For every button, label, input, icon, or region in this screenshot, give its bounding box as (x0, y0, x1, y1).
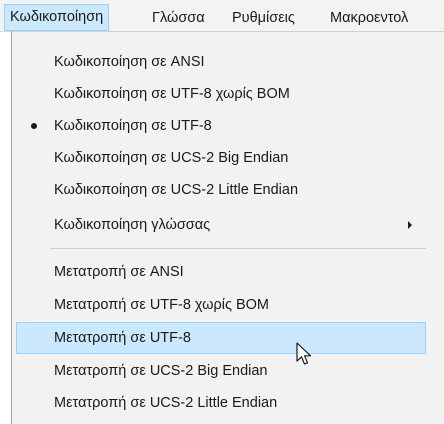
menu-item-label: Μετατροπή σε UCS-2 Little Endian (54, 395, 278, 411)
menu-item-encode-utf8[interactable]: Κωδικοποίηση σε UTF-8 (16, 110, 426, 142)
menu-item-label: Κωδικοποίηση σε ANSI (54, 54, 205, 70)
menu-item-language-encoding[interactable]: Κωδικοποίηση γλώσσας (16, 209, 426, 241)
menu-macros[interactable]: Μακροεντολ (330, 7, 408, 29)
menu-separator (50, 248, 426, 249)
menu-item-label: Κωδικοποίηση σε UTF-8 (54, 118, 212, 134)
encoding-dropdown-menu: Κωδικοποίηση σε ANSI Κωδικοποίηση σε UTF… (11, 31, 444, 424)
menu-bar: Κωδικοποίηση Γλώσσα Ρυθμίσεις Μακροεντολ (0, 0, 444, 32)
menu-item-label: Κωδικοποίηση σε UTF-8 χωρίς BOM (54, 86, 290, 102)
menu-item-encode-ucs2-little-endian[interactable]: Κωδικοποίηση σε UCS-2 Little Endian (16, 174, 426, 206)
menu-item-encode-utf8-no-bom[interactable]: Κωδικοποίηση σε UTF-8 χωρίς BOM (16, 78, 426, 110)
menu-settings[interactable]: Ρυθμίσεις (232, 7, 295, 29)
menu-item-encode-ucs2-big-endian[interactable]: Κωδικοποίηση σε UCS-2 Big Endian (16, 142, 426, 174)
menu-item-convert-utf8-no-bom[interactable]: Μετατροπή σε UTF-8 χωρίς BOM (16, 289, 426, 321)
menu-item-label: Μετατροπή σε UTF-8 χωρίς BOM (54, 297, 269, 313)
menu-item-convert-ansi[interactable]: Μετατροπή σε ANSI (16, 256, 426, 288)
radio-dot-icon (31, 123, 37, 129)
menu-language[interactable]: Γλώσσα (152, 7, 205, 29)
menu-item-encode-ansi[interactable]: Κωδικοποίηση σε ANSI (16, 46, 426, 78)
menu-item-convert-ucs2-big-endian[interactable]: Μετατροπή σε UCS-2 Big Endian (16, 355, 426, 387)
menu-item-label: Μετατροπή σε UTF-8 (54, 330, 191, 346)
mouse-cursor-icon (296, 342, 312, 365)
menu-item-convert-utf8[interactable]: Μετατροπή σε UTF-8 (16, 322, 426, 354)
chevron-right-icon (408, 221, 412, 229)
menu-item-label: Κωδικοποίηση σε UCS-2 Big Endian (54, 150, 289, 166)
menu-item-label: Μετατροπή σε ANSI (54, 264, 184, 280)
menu-item-convert-ucs2-little-endian[interactable]: Μετατροπή σε UCS-2 Little Endian (16, 387, 426, 419)
menu-encoding[interactable]: Κωδικοποίηση (4, 4, 110, 31)
menu-item-label: Μετατροπή σε UCS-2 Big Endian (54, 363, 268, 379)
menu-item-label: Κωδικοποίηση σε UCS-2 Little Endian (54, 182, 299, 198)
menu-item-label: Κωδικοποίηση γλώσσας (54, 217, 211, 233)
